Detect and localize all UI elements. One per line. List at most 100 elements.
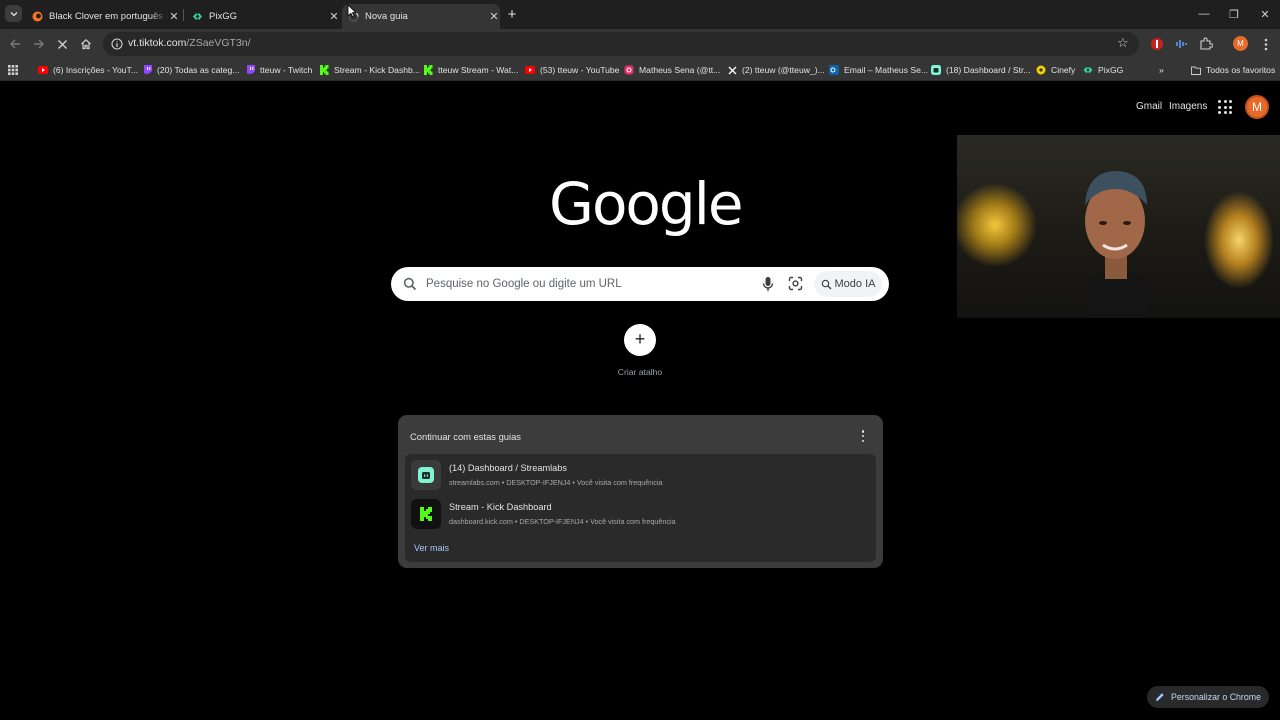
gmail-link[interactable]: Gmail: [1136, 101, 1162, 112]
minimize-button[interactable]: —: [1187, 4, 1221, 24]
bookmark-label: Todos os favoritos: [1206, 65, 1276, 75]
bookmark-label: (20) Todas as categ...: [157, 65, 240, 75]
ai-mode-button[interactable]: Modo IA: [814, 271, 882, 297]
tab-black-clover[interactable]: Black Clover em português bra ✕: [26, 4, 180, 29]
kick-icon: [411, 499, 441, 529]
close-icon: [57, 39, 67, 49]
url-text: vt.tiktok.com/ZSaeVGT3n/: [128, 37, 251, 49]
bookmark-label: Matheus Sena (@tt...: [639, 65, 721, 75]
tab-title: PixGG: [209, 11, 237, 22]
account-avatar[interactable]: M: [1245, 95, 1269, 119]
continue-tab-item[interactable]: Stream - Kick Dashboard dashboard.kick.c…: [409, 496, 869, 532]
bookmark-item[interactable]: Email – Matheus Se...: [829, 63, 928, 77]
bookmark-item[interactable]: Stream - Kick Dashb...: [319, 63, 420, 77]
all-bookmarks-folder[interactable]: Todos os favoritos: [1191, 63, 1275, 77]
folder-icon: [1191, 65, 1201, 75]
youtube-icon: [38, 65, 48, 75]
bookmark-label: (2) tteuw (@tteuw_)...: [742, 65, 825, 75]
bookmark-item[interactable]: (2) tteuw (@tteuw_)...: [727, 63, 825, 77]
tab-title: Nova guia: [365, 11, 408, 22]
bookmark-label: Email – Matheus Se...: [844, 65, 929, 75]
google-apps-icon[interactable]: [1218, 100, 1232, 114]
bookmark-item[interactable]: Matheus Sena (@tt...: [624, 63, 720, 77]
bookmark-item[interactable]: Cinefy: [1036, 63, 1075, 77]
add-shortcut-button[interactable]: +: [624, 324, 656, 356]
window-close-button[interactable]: ✕: [1248, 4, 1280, 24]
tab-search-button[interactable]: [5, 5, 22, 22]
bookmark-item[interactable]: (6) Inscrições - YouT...: [38, 63, 138, 77]
bookmark-item[interactable]: PixGG: [1083, 63, 1123, 77]
kick-icon: [319, 65, 329, 75]
close-tab-icon[interactable]: ✕: [488, 11, 500, 23]
home-button[interactable]: [76, 34, 96, 54]
menu-kebab-icon[interactable]: [1258, 36, 1274, 52]
bookmark-label: (6) Inscrições - YouT...: [53, 65, 139, 75]
customize-chrome-button[interactable]: Personalizar o Chrome: [1147, 686, 1269, 708]
add-shortcut-label: Criar atalho: [617, 367, 663, 377]
pixgg-icon: [192, 11, 203, 22]
bookmark-item[interactable]: (20) Todas as categ...: [142, 63, 239, 77]
customize-chrome-label: Personalizar o Chrome: [1171, 692, 1261, 702]
arrow-right-icon: [34, 39, 44, 49]
home-icon: [81, 38, 91, 50]
streamer-image: [1085, 171, 1149, 318]
continue-tab-item[interactable]: (14) Dashboard / Streamlabs streamlabs.c…: [409, 457, 869, 493]
extension-red-icon[interactable]: [1149, 36, 1165, 52]
card-menu-icon[interactable]: [860, 430, 866, 442]
close-tab-icon[interactable]: ✕: [168, 11, 180, 23]
images-link[interactable]: Imagens: [1169, 101, 1207, 112]
sparkle-search-icon: [821, 279, 831, 289]
bookmark-item[interactable]: (18) Dashboard / Str...: [931, 63, 1031, 77]
outlook-icon: [829, 65, 839, 75]
back-button[interactable]: [5, 34, 25, 54]
profile-avatar[interactable]: M: [1233, 36, 1248, 51]
add-shortcut[interactable]: + Criar atalho: [608, 324, 672, 377]
site-info-icon[interactable]: [111, 38, 123, 50]
bookmark-star-icon[interactable]: ☆: [1117, 36, 1131, 50]
forward-button[interactable]: [29, 34, 49, 54]
arrow-left-icon: [10, 39, 20, 49]
see-more-link[interactable]: Ver mais: [414, 543, 449, 553]
bookmark-label: (53) tteuw - YouTube: [540, 65, 620, 75]
ai-mode-label: Modo IA: [834, 278, 876, 290]
new-tab-button[interactable]: +: [503, 5, 521, 23]
close-tab-icon[interactable]: ✕: [328, 11, 340, 23]
twitch-icon: [142, 65, 152, 75]
microphone-icon[interactable]: [761, 276, 775, 292]
tab-title: Black Clover em português bra: [49, 11, 168, 22]
bookmarks-overflow-button[interactable]: »: [1159, 63, 1164, 77]
continue-tabs-list: (14) Dashboard / Streamlabs streamlabs.c…: [405, 454, 876, 562]
tab-pixgg[interactable]: PixGG ✕: [186, 4, 340, 29]
apps-grid-icon: [8, 65, 18, 75]
address-bar[interactable]: vt.tiktok.com/ZSaeVGT3n/ ☆: [103, 32, 1139, 56]
extensions-puzzle-icon[interactable]: [1198, 36, 1214, 52]
youtube-icon: [525, 65, 535, 75]
tab-nova-guia[interactable]: Nova guia ✕: [342, 4, 500, 29]
stop-loading-button[interactable]: [52, 34, 72, 54]
apps-shortcut[interactable]: [8, 63, 18, 77]
tab-strip: Black Clover em português bra ✕ PixGG ✕ …: [0, 0, 1280, 29]
continue-tab-title: Stream - Kick Dashboard: [449, 502, 552, 512]
mouse-cursor-icon: [347, 4, 357, 18]
continue-tab-title: (14) Dashboard / Streamlabs: [449, 463, 567, 473]
kick-icon: [423, 65, 433, 75]
new-tab-page: Gmail Imagens M Google Pesquise no Googl…: [0, 82, 1280, 720]
bookmark-item[interactable]: tteuw Stream - Wat...: [423, 63, 518, 77]
extension-sound-icon[interactable]: [1173, 36, 1189, 52]
tab-separator: [183, 9, 184, 21]
continue-tab-subtitle: streamlabs.com • DESKTOP-IFJENJ4 • Você …: [449, 478, 663, 487]
bookmarks-bar: (6) Inscrições - YouT... (20) Todas as ca…: [0, 59, 1280, 81]
bookmark-label: tteuw - Twitch: [260, 65, 313, 75]
twitch-icon: [245, 65, 255, 75]
search-placeholder: Pesquise no Google ou digite um URL: [426, 278, 622, 290]
search-box[interactable]: Pesquise no Google ou digite um URL Modo…: [391, 267, 889, 301]
bookmark-item[interactable]: (53) tteuw - YouTube: [525, 63, 619, 77]
bookmark-item[interactable]: tteuw - Twitch: [245, 63, 312, 77]
webcam-overlay: [957, 135, 1280, 318]
x-icon: [727, 65, 737, 75]
streamlabs-icon: [931, 65, 941, 75]
cinefy-icon: [1036, 65, 1046, 75]
restore-button[interactable]: ❐: [1217, 4, 1251, 24]
bookmark-label: tteuw Stream - Wat...: [438, 65, 519, 75]
google-lens-icon[interactable]: [788, 276, 803, 291]
